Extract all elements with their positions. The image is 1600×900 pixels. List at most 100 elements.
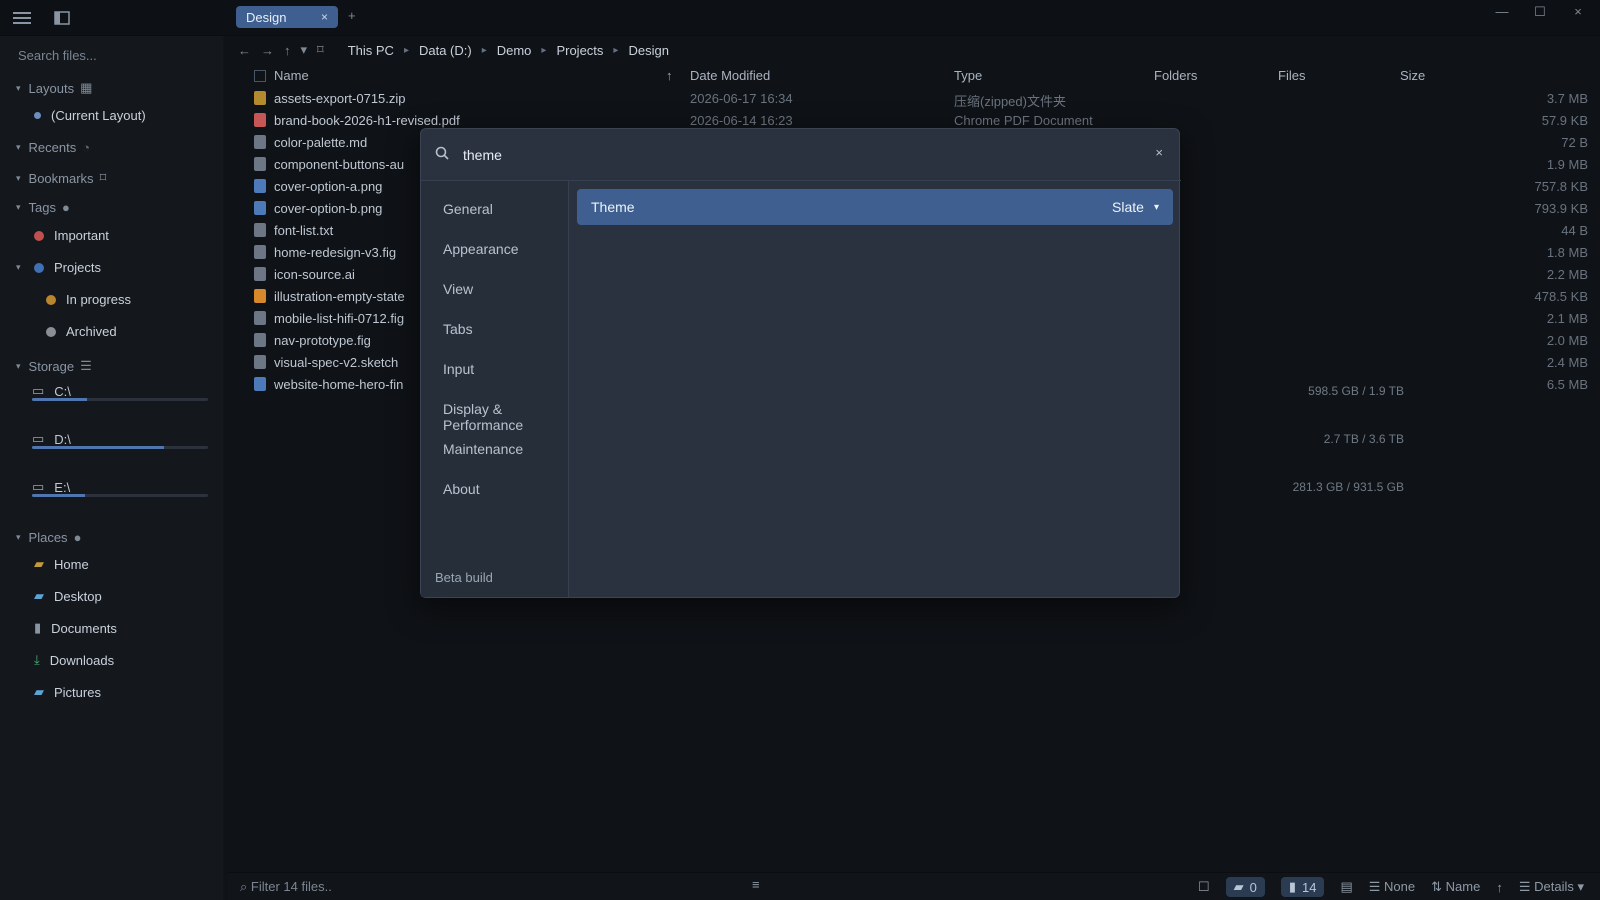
settings-category-view[interactable]: View [443, 281, 473, 297]
column-header-files[interactable]: Files [1278, 68, 1305, 83]
menu-icon[interactable] [8, 4, 36, 32]
breadcrumb-separator-icon: ▸ [481, 44, 487, 56]
sidebar-section-places[interactable]: ▾ Places ● [16, 530, 81, 545]
settings-category-maintenance[interactable]: Maintenance [443, 441, 523, 457]
storage-icon: ☰ [80, 358, 92, 373]
search-icon [435, 146, 449, 163]
drive-d[interactable]: ▭ D:\ 2.7 TB / 3.6 TB [32, 428, 1404, 449]
sidebar-search-input[interactable]: Search files... [18, 48, 97, 63]
file-name: illustration-empty-state [274, 289, 405, 304]
settings-search-bar [421, 129, 1181, 181]
folders-count-badge[interactable]: ▰ 0 [1225, 877, 1265, 897]
filter-placeholder: Filter 14 files.. [250, 879, 332, 894]
breadcrumb-item[interactable]: Projects [556, 43, 603, 58]
sort-direction-icon[interactable]: ↑ [1496, 880, 1503, 895]
sort-control[interactable]: ⇅ Name [1431, 879, 1480, 895]
sidebar-item-current-layout[interactable]: (Current Layout) [34, 108, 146, 123]
filter-input[interactable]: ⌕ Filter 14 files.. [240, 879, 332, 895]
tag-archived[interactable]: Archived [46, 324, 117, 339]
files-count-badge[interactable]: ▮ 14 [1280, 877, 1325, 897]
place-home[interactable]: ▰ Home [34, 556, 89, 572]
file-name: mobile-list-hifi-0712.fig [274, 311, 405, 326]
chevron-down-icon: ▾ [16, 172, 21, 183]
column-header-type[interactable]: Type [954, 68, 982, 83]
view-control[interactable]: ☰ Details ▾ [1519, 879, 1584, 895]
sketch-file-icon [254, 289, 266, 303]
theme-select[interactable]: Slate ▾ [1112, 199, 1159, 215]
back-icon[interactable]: ← [238, 43, 251, 58]
settings-category-appearance[interactable]: Appearance [443, 241, 519, 257]
sort-ascending-icon[interactable]: ↑ [666, 68, 673, 83]
setting-theme-row[interactable]: Theme Slate ▾ [577, 189, 1173, 225]
settings-category-about[interactable]: About [443, 481, 480, 497]
minimize-button[interactable]: — [1492, 4, 1512, 20]
table-row[interactable]: assets-export-0715.zip 2026-06-17 16:34 … [228, 88, 1600, 110]
bookmark-icon[interactable]: ⌑ [317, 42, 324, 58]
history-dropdown-icon[interactable]: ▾ [301, 42, 308, 58]
select-all-checkbox[interactable] [254, 70, 266, 82]
zip-file-icon [254, 91, 266, 105]
settings-category-general[interactable]: General [443, 201, 493, 217]
group-value: None [1384, 879, 1416, 894]
sidebar-section-tags[interactable]: ▾ Tags ● [16, 200, 70, 215]
group-control[interactable]: ☰ None [1369, 879, 1415, 895]
sidebar-section-recents[interactable]: ▾ Recents ◔ [16, 140, 90, 155]
place-desktop[interactable]: ▰ Desktop [34, 588, 102, 604]
tab-design[interactable]: Design × [236, 6, 338, 28]
drive-name: E:\ [54, 479, 71, 495]
file-name: website-home-hero-fin [274, 377, 404, 392]
tab-close-icon[interactable]: × [321, 10, 328, 24]
file-icon [254, 311, 266, 325]
place-downloads[interactable]: ⤓ Downloads [34, 652, 114, 668]
forward-icon[interactable]: → [261, 43, 274, 58]
image-file-icon [254, 201, 266, 215]
file-size: 1.9 MB [1546, 157, 1588, 172]
column-header-date-modified[interactable]: Date Modified [690, 68, 770, 83]
current-layout-icon [34, 112, 41, 119]
maximize-button[interactable]: ☐ [1530, 4, 1550, 20]
chevron-down-icon: ▾ [16, 360, 21, 371]
drag-handle-icon[interactable]: ≡ [752, 877, 760, 892]
chevron-down-icon: ▾ [16, 142, 21, 152]
place-pictures[interactable]: ▰ Pictures [34, 684, 101, 700]
file-size: 793.9 KB [1534, 201, 1589, 216]
recents-icon: ◔ [82, 140, 91, 155]
place-label: Home [54, 556, 89, 572]
image-file-icon [254, 179, 266, 193]
sidebar-section-bookmarks[interactable]: ▾ Bookmarks ⌑ [16, 170, 106, 186]
breadcrumb-item[interactable]: This PC [348, 43, 394, 58]
tag-important[interactable]: Important [34, 228, 109, 243]
sidebar-section-layouts[interactable]: ▾ Layouts ▦ [16, 80, 92, 96]
sidebar-toggle-icon[interactable] [48, 4, 76, 32]
tag-projects[interactable]: ▾ Projects [16, 260, 101, 275]
settings-category-display-performance[interactable]: Display & Performance [443, 401, 568, 433]
close-button[interactable]: × [1568, 4, 1588, 20]
drive-e[interactable]: ▭ E:\ 281.3 GB / 931.5 GB [32, 476, 1404, 497]
file-name: font-list.txt [274, 223, 334, 238]
column-header-name[interactable]: Name [274, 68, 309, 83]
file-size: 757.8 KB [1534, 179, 1589, 194]
file-type: 压缩(zipped)文件夹 [954, 94, 1066, 109]
layout-icon[interactable]: ▤ [1340, 879, 1352, 895]
settings-category-tabs[interactable]: Tabs [443, 321, 473, 337]
sidebar-section-storage[interactable]: ▾ Storage ☰ [16, 358, 92, 374]
section-title: Layouts [28, 80, 75, 96]
column-header-size[interactable]: Size [1400, 68, 1425, 83]
tag-in-progress[interactable]: In progress [46, 292, 131, 307]
tag-color-dot-icon [46, 294, 56, 305]
breadcrumb-item[interactable]: Demo [497, 43, 532, 58]
drive-name: D:\ [54, 431, 71, 447]
settings-category-input[interactable]: Input [443, 361, 474, 377]
breadcrumb-item[interactable]: Data (D:) [419, 43, 472, 58]
up-icon[interactable]: ↑ [284, 43, 291, 58]
place-label: Desktop [54, 588, 102, 604]
place-label: Documents [51, 620, 117, 636]
column-header-folders[interactable]: Folders [1154, 68, 1197, 83]
close-icon[interactable]: × [1155, 145, 1163, 160]
checkbox-icon[interactable]: ☐ [1198, 879, 1210, 895]
drive-c[interactable]: ▭ C:\ 598.5 GB / 1.9 TB [32, 380, 1404, 401]
new-tab-button[interactable]: + [348, 8, 356, 23]
settings-search-input[interactable] [461, 145, 1081, 164]
place-documents[interactable]: ▮ Documents [34, 620, 117, 636]
breadcrumb-item[interactable]: Design [628, 43, 668, 58]
